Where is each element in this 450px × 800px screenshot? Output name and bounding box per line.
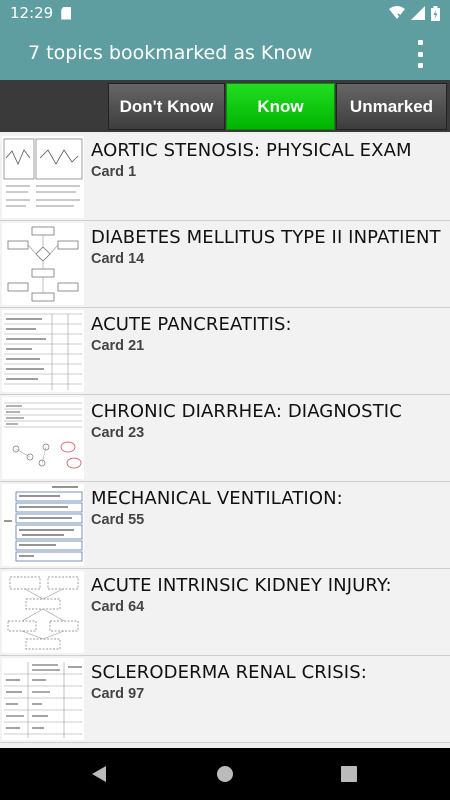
topic-title: ACUTE INTRINSIC KIDNEY INJURY: [91,575,392,596]
navigation-bar [0,748,450,800]
status-bar: 12:29 [0,0,450,26]
app-bar: 7 topics bookmarked as Know [0,26,450,80]
page-title: 7 topics bookmarked as Know [28,42,313,64]
card-thumbnail [2,571,84,653]
list-item[interactable]: SCLERODERMA RENAL CRISIS: Card 97 [0,656,450,743]
topic-title: AORTIC STENOSIS: PHYSICAL EXAM [91,140,412,161]
card-number: Card 97 [91,686,145,702]
signal-icon [411,6,425,20]
list-item[interactable]: CHRONIC DIARRHEA: DIAGNOSTIC Card 23 [0,395,450,482]
home-icon[interactable] [216,765,234,783]
card-thumbnail [2,310,84,392]
card-thumbnail [2,484,84,566]
card-number: Card 64 [91,599,145,615]
filter-bar: Don't Know Know Unmarked [0,80,450,132]
recents-icon[interactable] [341,766,357,782]
card-number: Card 21 [91,338,145,354]
card-number: Card 23 [91,425,145,441]
card-number: Card 55 [91,512,145,528]
list-item[interactable]: MECHANICAL VENTILATION: Card 55 [0,482,450,569]
battery-icon [431,5,440,21]
clock: 12:29 [10,4,54,22]
card-thumbnail [2,658,84,740]
list-item[interactable]: DIABETES MELLITUS TYPE II INPATIENT Card… [0,221,450,308]
card-thumbnail [2,397,84,479]
card-thumbnail [2,223,84,305]
card-number: Card 1 [91,164,137,180]
sd-card-icon [61,6,72,20]
overflow-menu-icon[interactable] [416,40,424,68]
list-item[interactable]: AORTIC STENOSIS: PHYSICAL EXAM Card 1 [0,134,450,221]
know-button[interactable]: Know [226,83,335,130]
topic-title: ACUTE PANCREATITIS: [91,314,292,335]
unmarked-button[interactable]: Unmarked [336,83,447,130]
topic-list: AORTIC STENOSIS: PHYSICAL EXAM Card 1 DI… [0,134,450,746]
list-item[interactable]: ACUTE INTRINSIC KIDNEY INJURY: Card 64 [0,569,450,656]
topic-title: MECHANICAL VENTILATION: [91,488,343,509]
back-icon[interactable] [90,765,108,783]
dont-know-button[interactable]: Don't Know [108,83,225,130]
card-number: Card 14 [91,251,145,267]
topic-title: DIABETES MELLITUS TYPE II INPATIENT [91,227,441,248]
topic-title: SCLERODERMA RENAL CRISIS: [91,662,367,683]
wifi-icon [389,6,405,20]
list-item[interactable]: ACUTE PANCREATITIS: Card 21 [0,308,450,395]
card-thumbnail [2,136,84,218]
topic-title: CHRONIC DIARRHEA: DIAGNOSTIC [91,401,402,422]
